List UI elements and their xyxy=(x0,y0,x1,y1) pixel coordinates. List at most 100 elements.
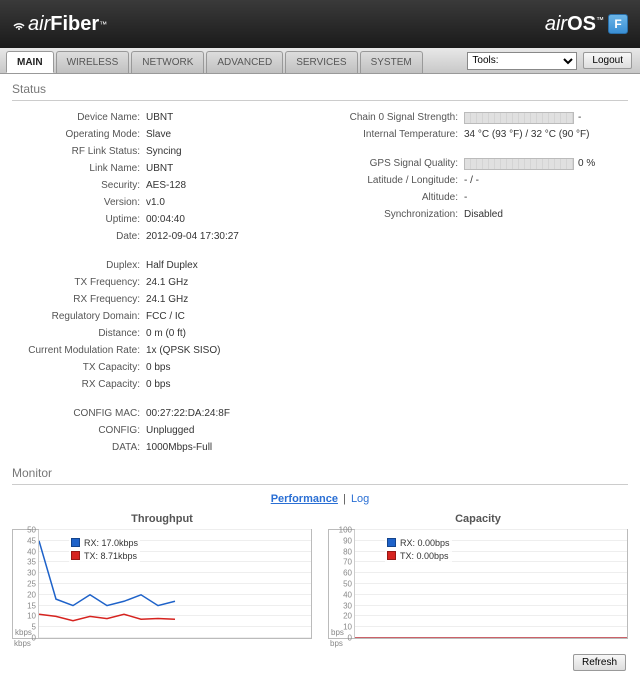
status-row: Internal Temperature:34 °C (93 °F) / 32 … xyxy=(330,126,628,143)
chart-legend: RX: 0.00bps TX: 0.00bps xyxy=(385,534,452,564)
signal-bar xyxy=(464,158,574,170)
status-value: 0 % xyxy=(464,158,628,170)
status-label: Synchronization: xyxy=(330,209,464,220)
status-value: - xyxy=(464,192,628,203)
legend-label: TX: 8.71kbps xyxy=(84,551,137,561)
legend-label: RX: 17.0kbps xyxy=(84,538,138,548)
chart-capacity: Capacity0102030405060708090100bpsRX: 0.0… xyxy=(328,513,628,648)
status-value: UBNT xyxy=(146,112,310,123)
status-value: Unplugged xyxy=(146,425,310,436)
status-row: Operating Mode:Slave xyxy=(12,126,310,143)
status-value: 2012-09-04 17:30:27 xyxy=(146,231,310,242)
status-label: Security: xyxy=(12,180,146,191)
status-row: TX Capacity:0 bps xyxy=(12,359,310,376)
status-value: 24.1 GHz xyxy=(146,277,310,288)
chart-y-unit: bps xyxy=(328,639,628,648)
status-row: Security:AES-128 xyxy=(12,177,310,194)
status-label: Regulatory Domain: xyxy=(12,311,146,322)
status-row: Device Name:UBNT xyxy=(12,109,310,126)
status-grid: Device Name:UBNTOperating Mode:SlaveRF L… xyxy=(12,109,628,456)
status-value: 1000Mbps-Full xyxy=(146,442,310,453)
status-row: Altitude:- xyxy=(330,189,628,206)
status-label: Device Name: xyxy=(12,112,146,123)
status-label: RX Frequency: xyxy=(12,294,146,305)
status-value: - / - xyxy=(464,175,628,186)
performance-link[interactable]: Performance xyxy=(271,493,338,505)
legend-swatch xyxy=(387,538,396,547)
status-column-right: Chain 0 Signal Strength:-Internal Temper… xyxy=(330,109,628,456)
chart-area: 0102030405060708090100bpsRX: 0.00bpsTX: … xyxy=(328,529,628,639)
status-label: Distance: xyxy=(12,328,146,339)
status-row: Uptime:00:04:40 xyxy=(12,211,310,228)
status-value: v1.0 xyxy=(146,197,310,208)
status-label: Internal Temperature: xyxy=(330,129,464,140)
status-label: Link Name: xyxy=(12,163,146,174)
status-label: RF Link Status: xyxy=(12,146,146,157)
status-row: Duplex:Half Duplex xyxy=(12,257,310,274)
status-row: GPS Signal Quality:0 % xyxy=(330,155,628,172)
status-row: RX Frequency:24.1 GHz xyxy=(12,291,310,308)
status-label: DATA: xyxy=(12,442,146,453)
status-value: 00:04:40 xyxy=(146,214,310,225)
status-row: Latitude / Longitude:- / - xyxy=(330,172,628,189)
status-row: Version:v1.0 xyxy=(12,194,310,211)
status-row: Current Modulation Rate:1x (QPSK SISO) xyxy=(12,342,310,359)
status-label: Current Modulation Rate: xyxy=(12,345,146,356)
status-row: Link Name:UBNT xyxy=(12,160,310,177)
status-row: Distance:0 m (0 ft) xyxy=(12,325,310,342)
tab-network[interactable]: NETWORK xyxy=(131,51,204,73)
status-value: FCC / IC xyxy=(146,311,310,322)
status-value: 0 bps xyxy=(146,362,310,373)
status-value: Slave xyxy=(146,129,310,140)
status-label: GPS Signal Quality: xyxy=(330,158,464,169)
tab-wireless[interactable]: WIRELESS xyxy=(56,51,130,73)
log-link[interactable]: Log xyxy=(351,493,369,505)
chart-legend: RX: 17.0kbps TX: 8.71kbps xyxy=(69,534,140,564)
monitor-links: Performance | Log xyxy=(12,493,628,505)
status-label: CONFIG MAC: xyxy=(12,408,146,419)
status-value: Disabled xyxy=(464,209,628,220)
status-label: Date: xyxy=(12,231,146,242)
status-label: Chain 0 Signal Strength: xyxy=(330,112,464,123)
status-row: RX Capacity:0 bps xyxy=(12,376,310,393)
tools-dropdown[interactable]: Tools: xyxy=(467,52,577,70)
status-label: Version: xyxy=(12,197,146,208)
legend-swatch xyxy=(71,551,80,560)
content-area: Status Device Name:UBNTOperating Mode:Sl… xyxy=(0,74,640,681)
tab-advanced[interactable]: ADVANCED xyxy=(206,51,283,73)
status-value: 34 °C (93 °F) / 32 °C (90 °F) xyxy=(464,129,628,140)
status-label: Uptime: xyxy=(12,214,146,225)
status-section-title: Status xyxy=(12,82,628,96)
app-header: airFiber™ airOS™ F xyxy=(0,0,640,48)
refresh-button[interactable]: Refresh xyxy=(573,654,626,671)
status-value: 0 bps xyxy=(146,379,310,390)
status-label: RX Capacity: xyxy=(12,379,146,390)
status-label: TX Frequency: xyxy=(12,277,146,288)
status-row: CONFIG:Unplugged xyxy=(12,422,310,439)
tab-system[interactable]: SYSTEM xyxy=(360,51,423,73)
status-row: Synchronization:Disabled xyxy=(330,206,628,223)
tab-bar: MAINWIRELESSNETWORKADVANCEDSERVICESSYSTE… xyxy=(0,48,640,74)
status-value: UBNT xyxy=(146,163,310,174)
chart-title: Throughput xyxy=(12,513,312,525)
legend-label: RX: 0.00bps xyxy=(400,538,450,548)
status-row: CONFIG MAC:00:27:22:DA:24:8F xyxy=(12,405,310,422)
divider xyxy=(12,484,628,485)
tab-services[interactable]: SERVICES xyxy=(285,51,357,73)
chart-area: 05101520253035404550kbpsRX: 17.0kbpsTX: … xyxy=(12,529,312,639)
status-row: RF Link Status:Syncing xyxy=(12,143,310,160)
wifi-icon xyxy=(12,13,26,36)
status-label: TX Capacity: xyxy=(12,362,146,373)
tab-main[interactable]: MAIN xyxy=(6,51,54,73)
legend-swatch xyxy=(387,551,396,560)
legend-label: TX: 0.00bps xyxy=(400,551,449,561)
status-label: Operating Mode: xyxy=(12,129,146,140)
status-value: - xyxy=(464,112,628,124)
status-label: Altitude: xyxy=(330,192,464,203)
status-row: DATA:1000Mbps-Full xyxy=(12,439,310,456)
chart-y-unit: kbps xyxy=(12,639,312,648)
logout-button[interactable]: Logout xyxy=(583,52,632,69)
status-column-left: Device Name:UBNTOperating Mode:SlaveRF L… xyxy=(12,109,310,456)
status-value: AES-128 xyxy=(146,180,310,191)
status-value: Half Duplex xyxy=(146,260,310,271)
